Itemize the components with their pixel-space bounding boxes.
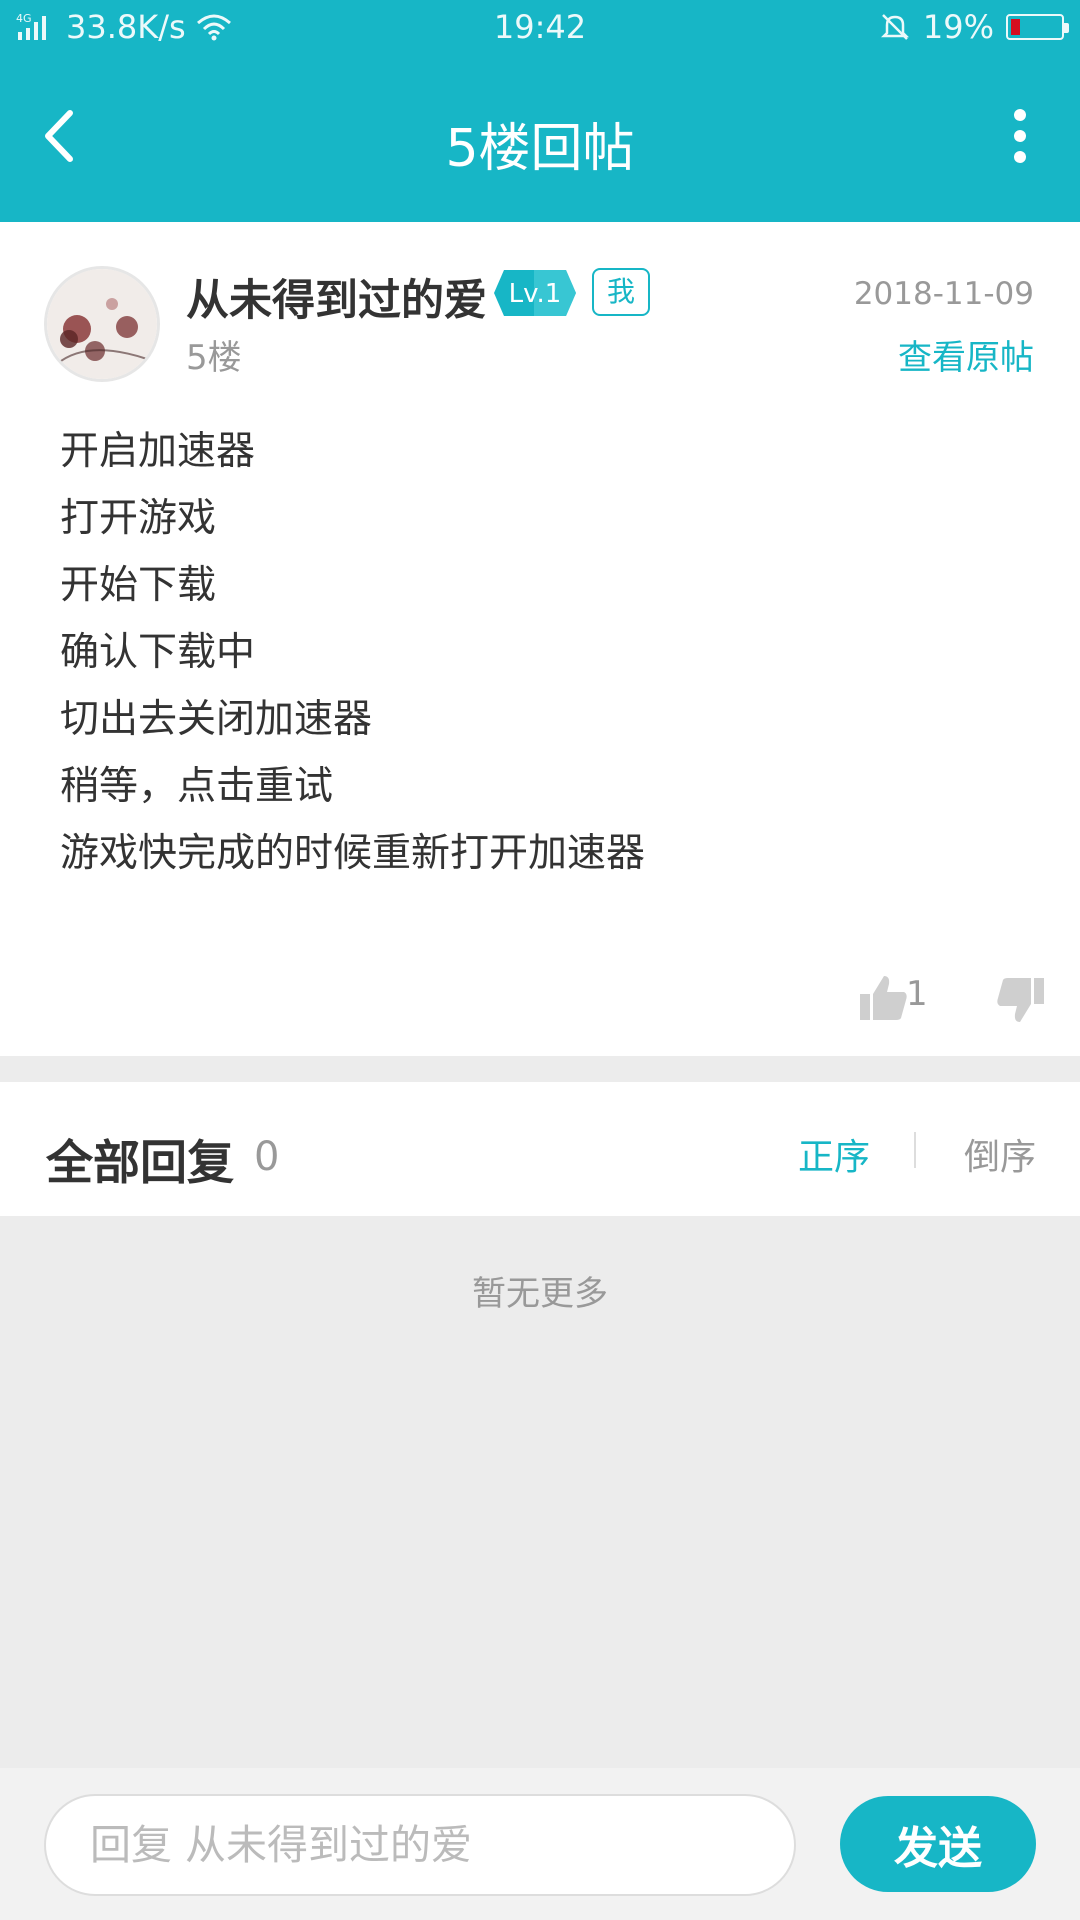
me-badge: 我: [592, 268, 650, 316]
thumbs-down-icon[interactable]: [994, 974, 1046, 1026]
send-button[interactable]: 发送: [840, 1796, 1036, 1892]
avatar-image: [47, 269, 157, 379]
replies-header: 全部回复 0 正序 倒序: [0, 1082, 1080, 1216]
content-line: 稍等，点击重试: [60, 764, 334, 809]
reply-count: 0: [254, 1134, 280, 1180]
content-line: 开启加速器: [60, 429, 256, 474]
battery-level: [1011, 19, 1021, 35]
battery-icon: [1006, 14, 1069, 40]
reply-bar: 发送: [0, 1768, 1080, 1920]
all-replies-title: 全部回复: [46, 1136, 234, 1191]
level-badge: Lv.1: [494, 270, 576, 316]
content-line: 打开游戏: [60, 496, 217, 541]
post-content: 开启加速器 打开游戏 开始下载 确认下载中 切出去关闭加速器 稍等，点击重试 游…: [60, 418, 645, 887]
app-bar: 5楼回帖: [0, 56, 1080, 222]
battery-percent: 19%: [922, 8, 994, 46]
content-line: 开始下载: [60, 563, 217, 608]
username[interactable]: 从未得到过的爱: [186, 266, 487, 328]
post-date: 2018-11-09: [853, 276, 1034, 312]
post-card: 从未得到过的爱 Lv.1 我 5楼 2018-11-09 查看原帖 开启加速器 …: [0, 222, 1080, 1056]
empty-state-text: 暂无更多: [472, 1274, 608, 1314]
sort-ascending-button[interactable]: 正序: [798, 1128, 870, 1180]
status-bar: 4G 33.8K/s 19:42 19%: [0, 0, 1080, 56]
content-line: 确认下载中: [60, 630, 256, 675]
sort-descending-button[interactable]: 倒序: [964, 1128, 1036, 1180]
page-title: 5楼回帖: [445, 119, 635, 179]
bell-muted-icon: [880, 14, 909, 40]
more-vertical-icon[interactable]: [990, 101, 1050, 171]
top-bar: 4G 33.8K/s 19:42 19% 5楼回帖: [0, 0, 1080, 222]
avatar[interactable]: [44, 266, 160, 382]
level-text: Lv.1: [509, 279, 562, 309]
like-count: 1: [906, 974, 928, 1014]
status-right: 19%: [879, 8, 1069, 46]
sort-divider: [914, 1132, 916, 1168]
reply-input[interactable]: [44, 1794, 796, 1896]
view-original-link[interactable]: 查看原帖: [898, 330, 1034, 379]
floor-label: 5楼: [186, 338, 242, 378]
thumbs-up-icon[interactable]: [858, 972, 910, 1024]
content-line: 切出去关闭加速器: [60, 697, 373, 742]
content-line: 游戏快完成的时候重新打开加速器: [60, 831, 646, 876]
